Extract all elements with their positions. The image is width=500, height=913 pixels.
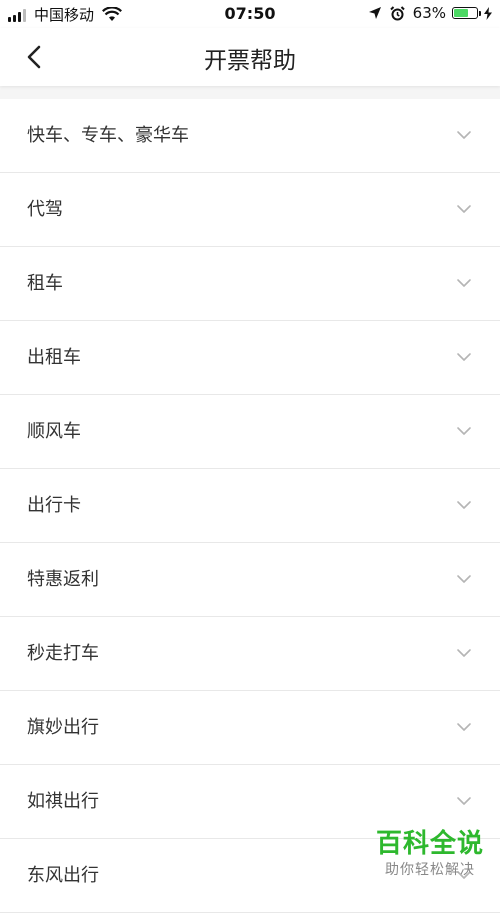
watermark-title: 百科全说 xyxy=(375,829,484,859)
chevron-down-icon xyxy=(457,501,471,509)
list-item[interactable]: 如祺出行 xyxy=(0,765,500,839)
help-category-list: 快车、专车、豪华车 代驾租车出租车顺风车出行卡特惠返利秒走打车旗妙出行如祺出行东风… xyxy=(0,99,500,913)
list-item[interactable]: 快车、专车、豪华车 xyxy=(0,99,500,173)
battery-percent: 63% xyxy=(412,4,446,22)
battery-icon xyxy=(452,7,481,19)
list-item[interactable]: 出行卡 xyxy=(0,469,500,543)
charging-bolt-icon xyxy=(484,6,492,20)
list-item-label: 租车 xyxy=(27,273,63,294)
list-item-label: 出租车 xyxy=(27,347,81,368)
list-item-label: 秒走打车 xyxy=(27,643,99,664)
list-item-label: 出行卡 xyxy=(27,495,81,516)
nav-bar: 开票帮助 xyxy=(0,28,500,86)
chevron-down-icon xyxy=(457,131,471,139)
list-item[interactable]: 秒走打车 xyxy=(0,617,500,691)
list-item[interactable]: 租车 xyxy=(0,247,500,321)
list-item-label: 快车、专车、豪华车 xyxy=(27,125,189,146)
list-item[interactable]: 旗妙出行 xyxy=(0,691,500,765)
location-arrow-icon xyxy=(368,7,381,19)
page-title: 开票帮助 xyxy=(204,48,296,74)
list-item-label: 旗妙出行 xyxy=(27,717,99,738)
chevron-down-icon xyxy=(457,427,471,435)
chevron-down-icon xyxy=(457,723,471,731)
list-item[interactable]: 出租车 xyxy=(0,321,500,395)
list-item-label: 东风出行 xyxy=(27,865,99,886)
alarm-icon xyxy=(389,5,405,20)
chevron-down-icon xyxy=(457,353,471,361)
list-item[interactable]: 代驾 xyxy=(0,173,500,247)
list-item-label: 代驾 xyxy=(27,199,63,220)
list-item[interactable]: 特惠返利 xyxy=(0,543,500,617)
chevron-down-icon xyxy=(457,205,471,213)
chevron-down-icon xyxy=(457,575,471,583)
watermark-subtitle: 助你轻松解决 xyxy=(384,862,475,878)
chevron-down-icon xyxy=(457,649,471,657)
list-item-label: 特惠返利 xyxy=(27,569,99,590)
list-item-label: 如祺出行 xyxy=(27,791,99,812)
chevron-down-icon xyxy=(457,279,471,287)
list-item[interactable]: 顺风车 xyxy=(0,395,500,469)
list-item-label: 顺风车 xyxy=(27,421,81,442)
status-bar: 中国移动 07:50 63% xyxy=(0,0,500,28)
chevron-down-icon xyxy=(457,797,471,805)
status-right: 63% xyxy=(368,4,492,22)
watermark-logo: 百科全说 助你轻松解决 xyxy=(376,829,484,879)
